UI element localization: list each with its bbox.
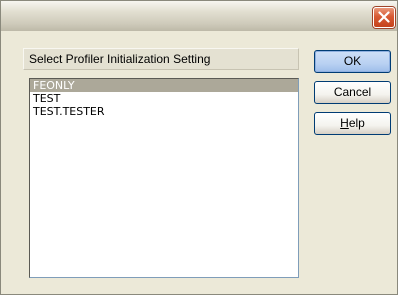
list-label: Select Profiler Initialization Setting — [23, 48, 299, 70]
list-item-test-tester[interactable]: TEST.TESTER — [30, 105, 298, 118]
profiler-settings-dialog: Select Profiler Initialization Setting F… — [0, 0, 398, 295]
help-label-rest: elp — [348, 116, 365, 130]
cancel-button[interactable]: Cancel — [314, 81, 391, 104]
title-bar[interactable] — [1, 1, 397, 31]
list-item-test[interactable]: TEST — [30, 92, 298, 105]
help-mnemonic: H — [340, 116, 349, 130]
settings-listbox[interactable]: FEONLY TEST TEST.TESTER — [29, 78, 299, 278]
list-item-feonly[interactable]: FEONLY — [30, 79, 298, 92]
close-button[interactable] — [373, 7, 395, 28]
close-icon — [378, 11, 390, 23]
help-button[interactable]: Help — [314, 112, 391, 135]
ok-button[interactable]: OK — [314, 50, 391, 73]
